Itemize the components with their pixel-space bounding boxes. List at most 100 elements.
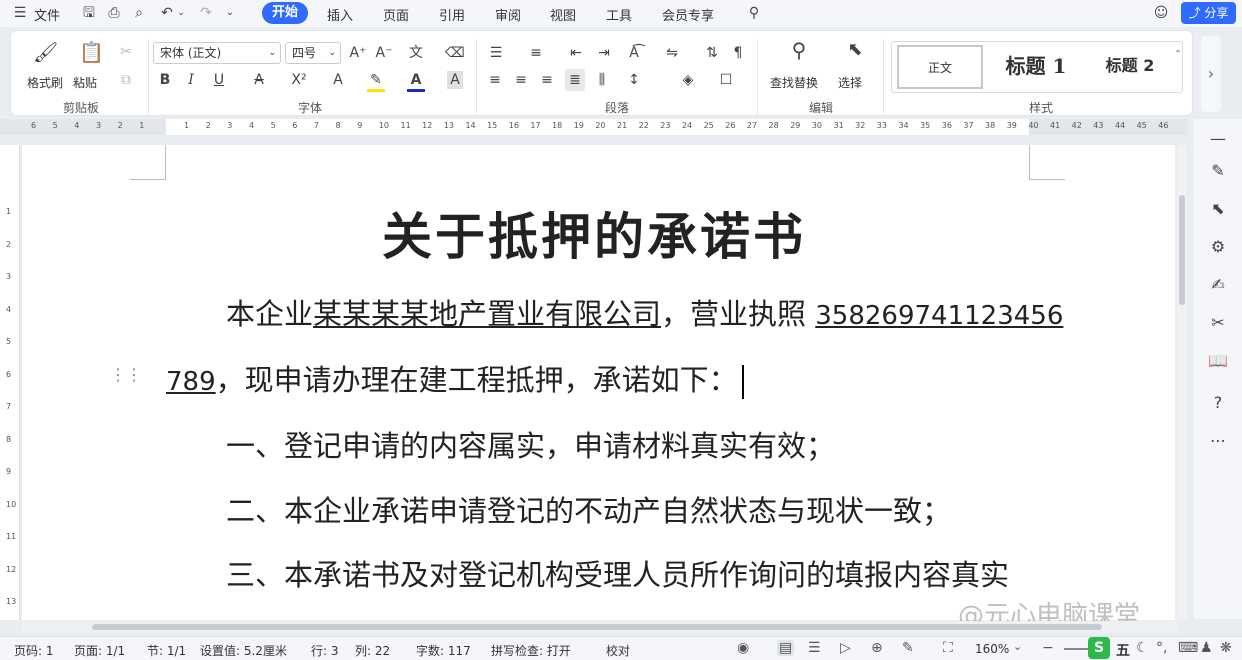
tab-member[interactable]: 会员专享 [662,5,714,24]
highlight-icon[interactable]: ✎ [367,71,385,92]
tools-icon[interactable]: ✂ [1207,312,1229,334]
status-page-number[interactable]: 页码: 1 [14,642,54,659]
status-spell-check[interactable]: 拼写检查: 打开 [491,642,571,659]
underline-icon[interactable]: U [211,71,227,89]
char-shading-icon[interactable]: A [447,71,463,89]
decrease-indent-icon[interactable]: ⇤ [567,44,585,62]
tab-view[interactable]: 视图 [550,5,576,24]
book-search-icon[interactable]: 📖 [1207,350,1229,372]
shading-icon[interactable]: ◈ [679,71,697,89]
search-icon[interactable]: ⚲ [745,4,763,22]
border-icon[interactable]: ☐ [717,71,735,89]
save-icon[interactable]: 🖫 [80,4,98,22]
align-center-icon[interactable]: ≡ [513,71,529,89]
format-painter-button[interactable]: 格式刷 [27,74,63,91]
font-family-select[interactable]: 宋体 (正文) ⌄ [153,42,281,64]
play-icon[interactable]: ▷ [840,640,851,656]
redo-icon[interactable]: ↷ [197,4,215,22]
tab-tools[interactable]: 工具 [606,5,632,24]
superscript-icon[interactable]: X² [289,71,309,89]
status-section[interactable]: 节: 1/1 [147,642,186,659]
align-left-icon[interactable]: ≡ [487,71,503,89]
text-effect-icon[interactable]: A [329,71,347,89]
status-word-count[interactable]: 字数: 117 [416,642,471,659]
text-direction-icon[interactable]: ⇋ [663,44,681,62]
help-icon[interactable]: ? [1207,392,1229,414]
justify-icon[interactable]: ≣ [565,69,585,91]
italic-icon[interactable]: I [183,71,199,89]
ai-write-icon[interactable]: ✍ [1207,274,1229,296]
vertical-ruler[interactable]: 1 2 3 4 5 6 7 8 9 10 11 12 13 [0,145,20,620]
eye-icon[interactable]: ◉ [737,640,749,656]
line-spacing-icon[interactable]: ↕ [625,71,643,89]
format-painter-icon[interactable]: 🖌 [33,42,58,62]
web-view-icon[interactable]: ⊕ [871,640,883,656]
chinese-layout-icon[interactable]: A͡ [623,44,645,62]
print-preview-icon[interactable]: ⌕ [130,4,148,22]
vertical-scrollbar[interactable] [1177,145,1187,620]
font-color-icon[interactable]: A [407,71,425,92]
drag-handle-icon[interactable]: ⋮⋮ [110,365,142,384]
style-heading2[interactable]: 标题 2 [1087,45,1173,89]
more-icon[interactable]: ⋯ [1207,430,1229,452]
style-heading1[interactable]: 标题 1 [991,45,1081,89]
keyboard-icon[interactable]: ⌨ [1178,640,1198,656]
find-replace-icon[interactable]: ⚲ [787,40,811,60]
chat-icon[interactable]: ☺ [1152,4,1170,22]
sliders-icon[interactable]: ⚙ [1207,236,1229,258]
bold-icon[interactable]: B [157,71,173,89]
status-pages[interactable]: 页面: 1/1 [74,642,125,659]
punctuation-icon[interactable]: °, [1156,640,1167,656]
copy-icon[interactable]: ⧉ [117,71,135,89]
page-view-icon[interactable]: ▤ [777,640,795,656]
skin-icon[interactable]: ❋ [1220,640,1232,656]
tab-page[interactable]: 页面 [383,5,409,24]
strikethrough-icon[interactable]: A [251,71,267,89]
more-dropdown-icon[interactable]: ⌄ [222,4,238,22]
select-button[interactable]: 选择 [838,74,862,91]
sort-icon[interactable]: ⇅ [703,44,721,62]
style-normal[interactable]: 正文 [897,45,983,89]
fit-page-icon[interactable]: ⛶ [943,640,953,656]
ime-wubi-icon[interactable]: 五 [1116,640,1130,660]
clear-format-icon[interactable]: ⌫ [445,44,465,62]
pen-mode-icon[interactable]: ✎ [902,640,914,656]
distributed-icon[interactable]: ⫼ [593,71,611,89]
align-right-icon[interactable]: ≡ [539,71,555,89]
select-icon[interactable]: ⬉ [843,41,867,59]
print-icon[interactable]: ⎙ [105,4,123,22]
decrease-font-icon[interactable]: A⁻ [375,44,393,62]
tab-review[interactable]: 审阅 [495,5,521,24]
style-scroll-icon[interactable]: ⌃ [1173,45,1183,63]
outline-view-icon[interactable]: ☰ [808,640,821,656]
paste-button[interactable]: 粘贴 [73,74,97,91]
font-size-select[interactable]: 四号 ⌄ [285,42,341,64]
undo-icon[interactable]: ↶ [158,4,176,22]
numbered-list-icon[interactable]: ≡ [527,44,545,62]
tab-home[interactable]: 开始 [262,2,308,24]
ribbon-expand-chevron-icon[interactable]: › [1201,36,1221,112]
pen-icon[interactable]: ✎ [1207,160,1229,182]
horizontal-scrollbar[interactable] [22,621,1177,633]
tab-insert[interactable]: 插入 [327,5,353,24]
tab-reference[interactable]: 引用 [439,5,465,24]
ime-logo-icon[interactable]: S [1088,637,1110,659]
moon-icon[interactable]: ☾ [1136,640,1149,656]
hamburger-menu-icon[interactable]: ☰ [12,4,28,22]
status-setting[interactable]: 设置值: 5.2厘米 [200,642,287,659]
zoom-level[interactable]: 160% [975,642,1009,656]
zoom-out-icon[interactable]: − [1042,640,1054,656]
collapse-icon[interactable]: — [1207,128,1229,150]
scrollbar-thumb[interactable] [92,624,1102,630]
status-proofread[interactable]: 校对 [606,642,630,659]
phonetic-guide-icon[interactable]: 文 [405,44,427,62]
user-icon[interactable]: ♟ [1200,640,1213,656]
cut-icon[interactable]: ✂ [117,43,135,61]
cursor-icon[interactable]: ⬉ [1207,198,1229,220]
scrollbar-thumb[interactable] [1179,195,1185,305]
file-menu[interactable]: 文件 [34,5,60,24]
find-replace-button[interactable]: 查找替换 [770,74,818,91]
increase-font-icon[interactable]: A⁺ [349,44,367,62]
horizontal-ruler[interactable]: 654321 1 2 3 4 5 6 7 8 9 10 11 12 13 14 15 16 17 18 19 20 21… [0,119,1188,135]
document-page[interactable]: 关于抵押的承诺书 本企业某某某某地产置业有限公司，营业执照 3582697411… [22,145,1175,631]
